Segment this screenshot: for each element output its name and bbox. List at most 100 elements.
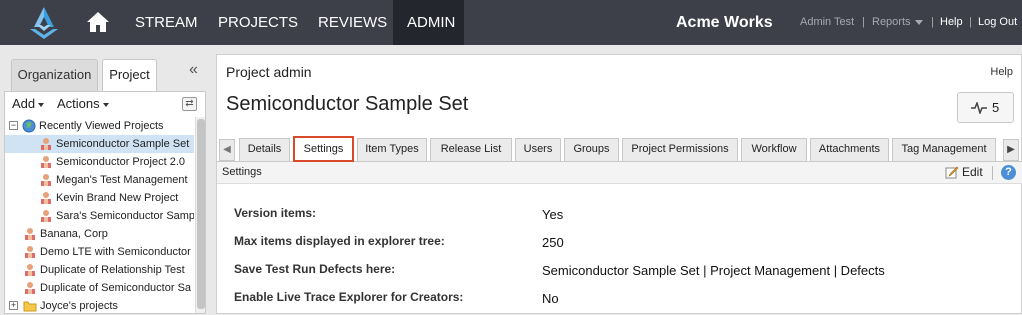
field-label-version-items: Version items: — [234, 206, 317, 220]
tree-item-label: Joyce's projects — [40, 300, 118, 312]
chevron-down-icon — [102, 102, 109, 107]
admin-tabs: ◀ Details Settings Item Types Release Li… — [217, 136, 1022, 162]
brand-name: Acme Works — [676, 14, 773, 31]
tab-project-permissions[interactable]: Project Permissions — [622, 138, 738, 161]
project-tree: − Recently Viewed Projects Semiconductor… — [5, 117, 194, 315]
separator: | — [931, 16, 934, 28]
field-value-defects-location: Semiconductor Sample Set | Project Manag… — [542, 263, 885, 278]
scrollbar-thumb[interactable] — [197, 119, 205, 309]
tree-item-label: Megan's Test Management — [56, 174, 188, 186]
collapse-panel-icon[interactable]: « — [189, 61, 198, 79]
add-label: Add — [12, 96, 36, 111]
project-tree-panel: Organization Project « Add Actions ⇄ − R… — [0, 45, 208, 314]
globe-icon — [22, 119, 36, 133]
reports-label: Reports — [872, 16, 911, 28]
tree-item[interactable]: Sara's Semiconductor Samp — [5, 207, 194, 225]
section-title: Settings — [222, 166, 262, 178]
page-title: Semiconductor Sample Set — [226, 93, 469, 115]
project-icon — [25, 228, 35, 240]
nav-reviews[interactable]: REVIEWS — [318, 0, 387, 45]
tree-item-label: Sara's Semiconductor Samp — [56, 210, 194, 222]
project-admin-panel: Project admin Help Semiconductor Sample … — [216, 54, 1022, 314]
field-label-live-trace: Enable Live Trace Explorer for Creators: — [234, 290, 464, 304]
divider — [992, 166, 993, 180]
reports-menu[interactable]: Reports — [872, 0, 923, 45]
pulse-icon — [971, 102, 987, 114]
nav-projects[interactable]: PROJECTS — [218, 0, 298, 45]
actions-menu[interactable]: Actions — [57, 96, 109, 111]
project-icon — [41, 192, 51, 204]
tree-item-label: Banana, Corp — [40, 228, 108, 240]
home-icon[interactable] — [86, 11, 110, 33]
tree-item-label: Kevin Brand New Project — [56, 192, 179, 204]
tab-item-types[interactable]: Item Types — [357, 138, 427, 161]
tree-item-label: Recently Viewed Projects — [39, 120, 164, 132]
collapse-toggle-icon[interactable]: − — [9, 121, 18, 130]
tree-item-label: Duplicate of Relationship Test — [40, 264, 185, 276]
user-menu[interactable]: Admin Test — [800, 0, 854, 45]
tab-scroll-left-icon[interactable]: ◀ — [219, 139, 235, 161]
tab-scroll-right-icon[interactable]: ▶ — [1003, 139, 1019, 161]
tree-container: Add Actions ⇄ − Recently Viewed Projects… — [4, 91, 206, 314]
tree-item[interactable]: + Joyce's projects — [5, 297, 194, 315]
edit-icon[interactable] — [945, 165, 959, 179]
tab-project[interactable]: Project — [102, 59, 157, 92]
section-header: Settings Edit ? — [217, 162, 1022, 184]
tab-workflow[interactable]: Workflow — [741, 138, 807, 161]
edit-button[interactable]: Edit — [962, 165, 983, 179]
tab-groups[interactable]: Groups — [564, 138, 619, 161]
tab-tag-management[interactable]: Tag Management — [892, 138, 996, 161]
nav-admin[interactable]: ADMIN — [393, 0, 464, 45]
company-logo-icon[interactable] — [22, 5, 66, 41]
tree-item[interactable]: − Recently Viewed Projects — [5, 117, 194, 135]
tab-settings[interactable]: Settings — [293, 136, 354, 162]
chevron-down-icon — [914, 19, 923, 25]
tree-item[interactable]: Demo LTE with Semiconductor — [5, 243, 194, 261]
tree-item-label: Demo LTE with Semiconductor — [40, 246, 191, 258]
separator: | — [862, 16, 865, 28]
tab-users[interactable]: Users — [515, 138, 561, 161]
tree-item-label: Semiconductor Project 2.0 — [56, 156, 186, 168]
separator: | — [969, 16, 972, 28]
tree-item[interactable]: Kevin Brand New Project — [5, 189, 194, 207]
field-value-version-items: Yes — [542, 207, 564, 222]
field-label-max-items: Max items displayed in explorer tree: — [234, 234, 445, 248]
logout-link[interactable]: Log Out — [978, 0, 1017, 45]
chevron-down-icon — [38, 102, 45, 107]
help-question-icon[interactable]: ? — [1001, 165, 1016, 180]
project-icon — [41, 156, 51, 168]
tree-item[interactable]: Semiconductor Sample Set — [5, 135, 194, 153]
project-icon — [25, 246, 35, 258]
project-icon — [41, 138, 51, 150]
help-link[interactable]: Help — [940, 0, 963, 45]
tree-item[interactable]: Banana, Corp — [5, 225, 194, 243]
field-label-defects-location: Save Test Run Defects here: — [234, 262, 396, 276]
panel-header: Project admin — [226, 64, 312, 80]
activity-pulse-button[interactable]: 5 — [957, 92, 1014, 123]
refresh-icon[interactable]: ⇄ — [182, 97, 197, 111]
tab-release-list[interactable]: Release List — [430, 138, 512, 161]
pulse-count: 5 — [992, 100, 1000, 115]
project-icon — [25, 264, 35, 276]
tree-item[interactable]: Duplicate of Relationship Test — [5, 261, 194, 279]
field-value-live-trace: No — [542, 291, 559, 306]
field-value-max-items: 250 — [542, 235, 564, 250]
tree-scrollbar[interactable] — [195, 117, 205, 313]
tree-item-label: Semiconductor Sample Set — [56, 138, 190, 150]
tree-item[interactable]: Duplicate of Semiconductor Sa — [5, 279, 194, 297]
expand-toggle-icon[interactable]: + — [9, 301, 18, 310]
tree-item[interactable]: Megan's Test Management — [5, 171, 194, 189]
project-icon — [25, 282, 35, 294]
folder-icon — [23, 301, 37, 312]
project-icon — [41, 174, 51, 186]
tab-attachments[interactable]: Attachments — [810, 138, 889, 161]
help-link[interactable]: Help — [990, 66, 1013, 78]
tab-organization[interactable]: Organization — [11, 59, 98, 91]
tree-item[interactable]: Semiconductor Project 2.0 — [5, 153, 194, 171]
tab-details[interactable]: Details — [239, 138, 290, 161]
add-menu[interactable]: Add — [12, 96, 45, 111]
top-navigation-bar: STREAM PROJECTS REVIEWS ADMIN Acme Works… — [0, 0, 1022, 45]
project-icon — [41, 210, 51, 222]
nav-stream[interactable]: STREAM — [135, 0, 198, 45]
actions-label: Actions — [57, 96, 100, 111]
